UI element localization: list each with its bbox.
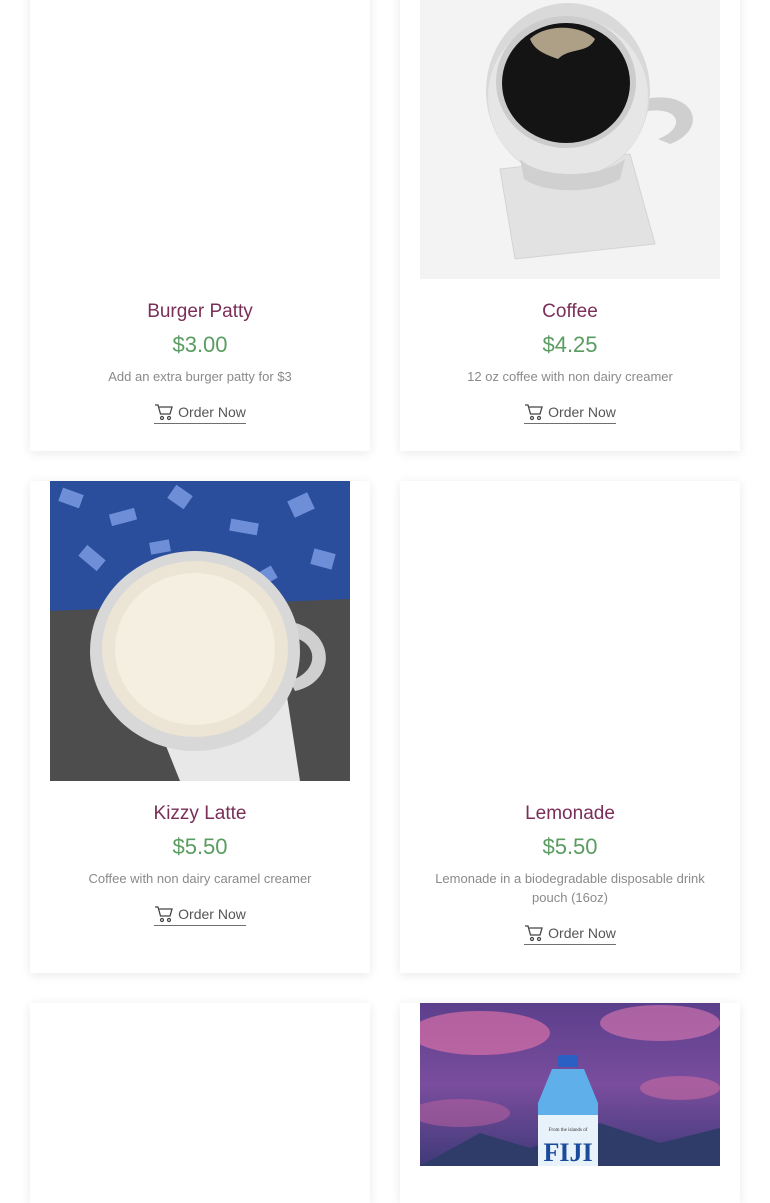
shopping-cart-icon [524, 924, 544, 942]
latte-image[interactable] [50, 481, 350, 781]
product-name: Burger Patty [147, 301, 253, 322]
product-description: Coffee with non dairy caramel creamer [88, 871, 312, 886]
order-now-button[interactable]: Order Now [154, 403, 246, 424]
order-now-button[interactable]: Order Now [524, 924, 616, 945]
order-now-label: Order Now [178, 906, 246, 922]
shopping-cart-icon [524, 403, 544, 421]
product-name: Lemonade [525, 803, 615, 824]
product-card-6: From the islands of FIJI [400, 1003, 740, 1203]
product-card-burger-patty: Burger Patty $3.00 Add an extra burger p… [30, 0, 370, 451]
order-now-label: Order Now [548, 404, 616, 420]
product-price: $3.00 [172, 332, 228, 357]
order-now-button[interactable]: Order Now [154, 905, 246, 926]
product-description: Add an extra burger patty for $3 [108, 369, 292, 384]
product-price: $5.50 [542, 834, 598, 859]
shopping-cart-icon [154, 905, 174, 923]
order-now-label: Order Now [548, 925, 616, 941]
bottle-tagline: From the islands of [549, 1128, 588, 1133]
product-card-lemonade: Lemonade $5.50 Lemonade in a biodegradab… [400, 481, 740, 973]
product-name: Kizzy Latte [153, 803, 247, 824]
product-price: $4.25 [542, 332, 598, 357]
product-description: 12 oz coffee with non dairy creamer [467, 369, 673, 384]
product-name: Coffee [542, 301, 598, 322]
product-card-coffee: Coffee $4.25 12 oz coffee with non dairy… [400, 0, 740, 451]
shopping-cart-icon [154, 403, 174, 421]
coffee-image[interactable] [420, 0, 720, 279]
order-now-button[interactable]: Order Now [524, 403, 616, 424]
order-now-label: Order Now [178, 404, 246, 420]
bottle-brand: FIJI [543, 1138, 592, 1166]
product-price: $5.50 [172, 834, 228, 859]
water-bottle-image[interactable]: From the islands of FIJI [420, 1003, 720, 1166]
product-description: Lemonade in a biodegradable disposable d… [435, 871, 705, 905]
product-card-5 [30, 1003, 370, 1203]
product-card-kizzy-latte: Kizzy Latte $5.50 Coffee with non dairy … [30, 481, 370, 973]
